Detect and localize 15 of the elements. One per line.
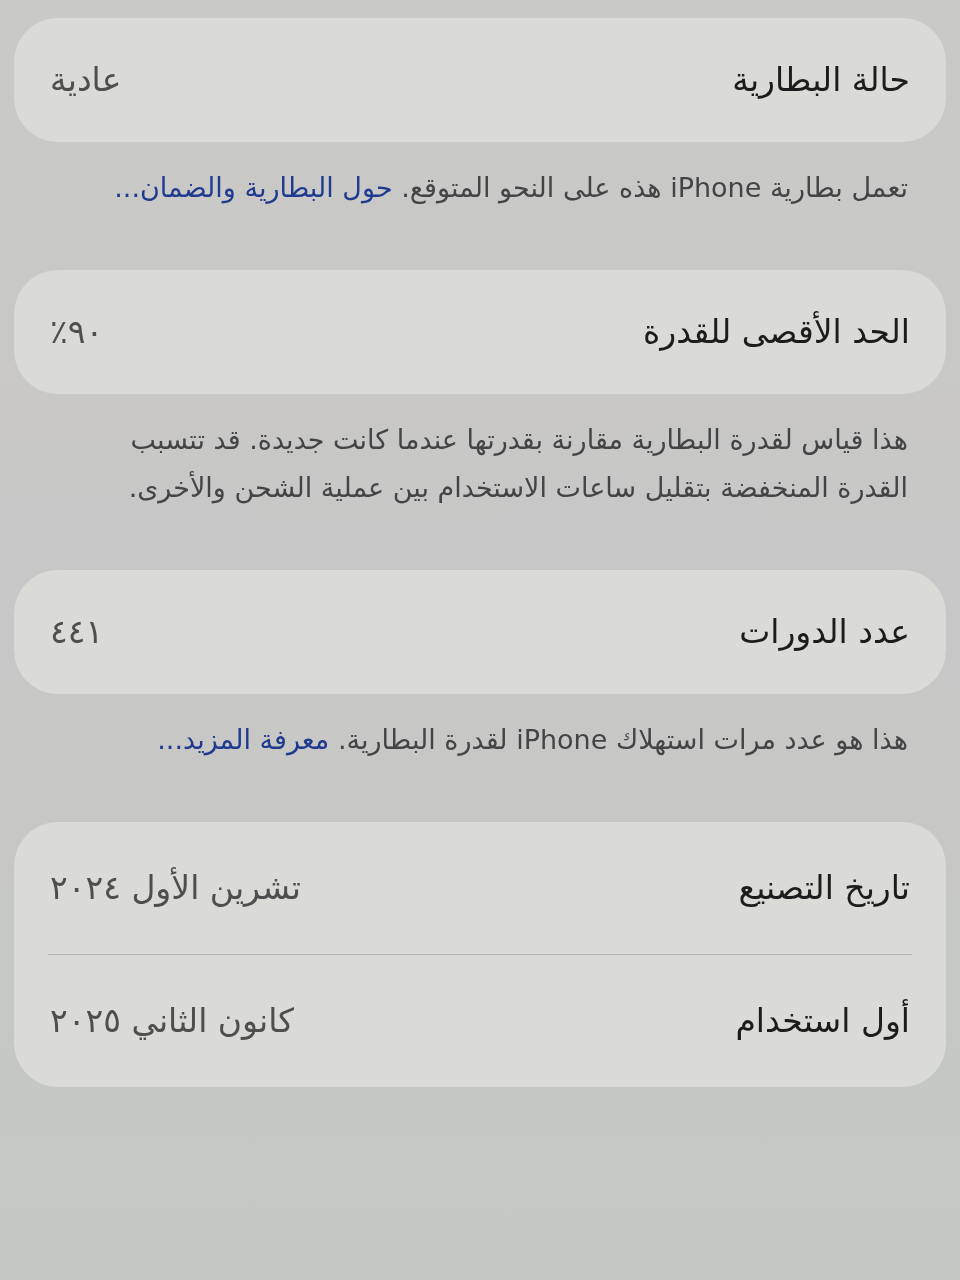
footer-link[interactable]: معرفة المزيد... — [157, 724, 330, 755]
row-label: الحد الأقصى للقدرة — [643, 310, 910, 354]
footer-text: تعمل بطارية iPhone هذه على النحو المتوقع. حول البطارية والضمان... — [113, 171, 909, 206]
row-value: كانون الثاني ٢٠٢٥ — [50, 1000, 295, 1043]
row-value: ٩٠٪ — [50, 311, 104, 354]
row-value: ٤٤١ — [50, 611, 104, 654]
row-value: عادية — [50, 59, 122, 102]
footer-text: هذا هو عدد مرات استهلاك iPhone لقدرة البطارية. معرفة المزيد... — [156, 723, 909, 758]
row-value: تشرين الأول ٢٠٢٤ — [50, 866, 301, 910]
footer-text: هذا قياس لقدرة البطارية مقارنة بقدرتها عندما كانت جديدة. قد تتسبب القدرة المنخفضة بتقليل ساعات الاستخدام بين عملية الشحن والأخرى. — [127, 423, 909, 506]
row-label: أول استخدام — [735, 998, 910, 1043]
footer-link[interactable]: حول البطارية والضمان... — [114, 172, 393, 203]
row-label: حالة البطارية — [732, 59, 910, 102]
row-label: تاريخ التصنيع — [738, 867, 910, 910]
row-label: عدد الدورات — [739, 611, 910, 654]
